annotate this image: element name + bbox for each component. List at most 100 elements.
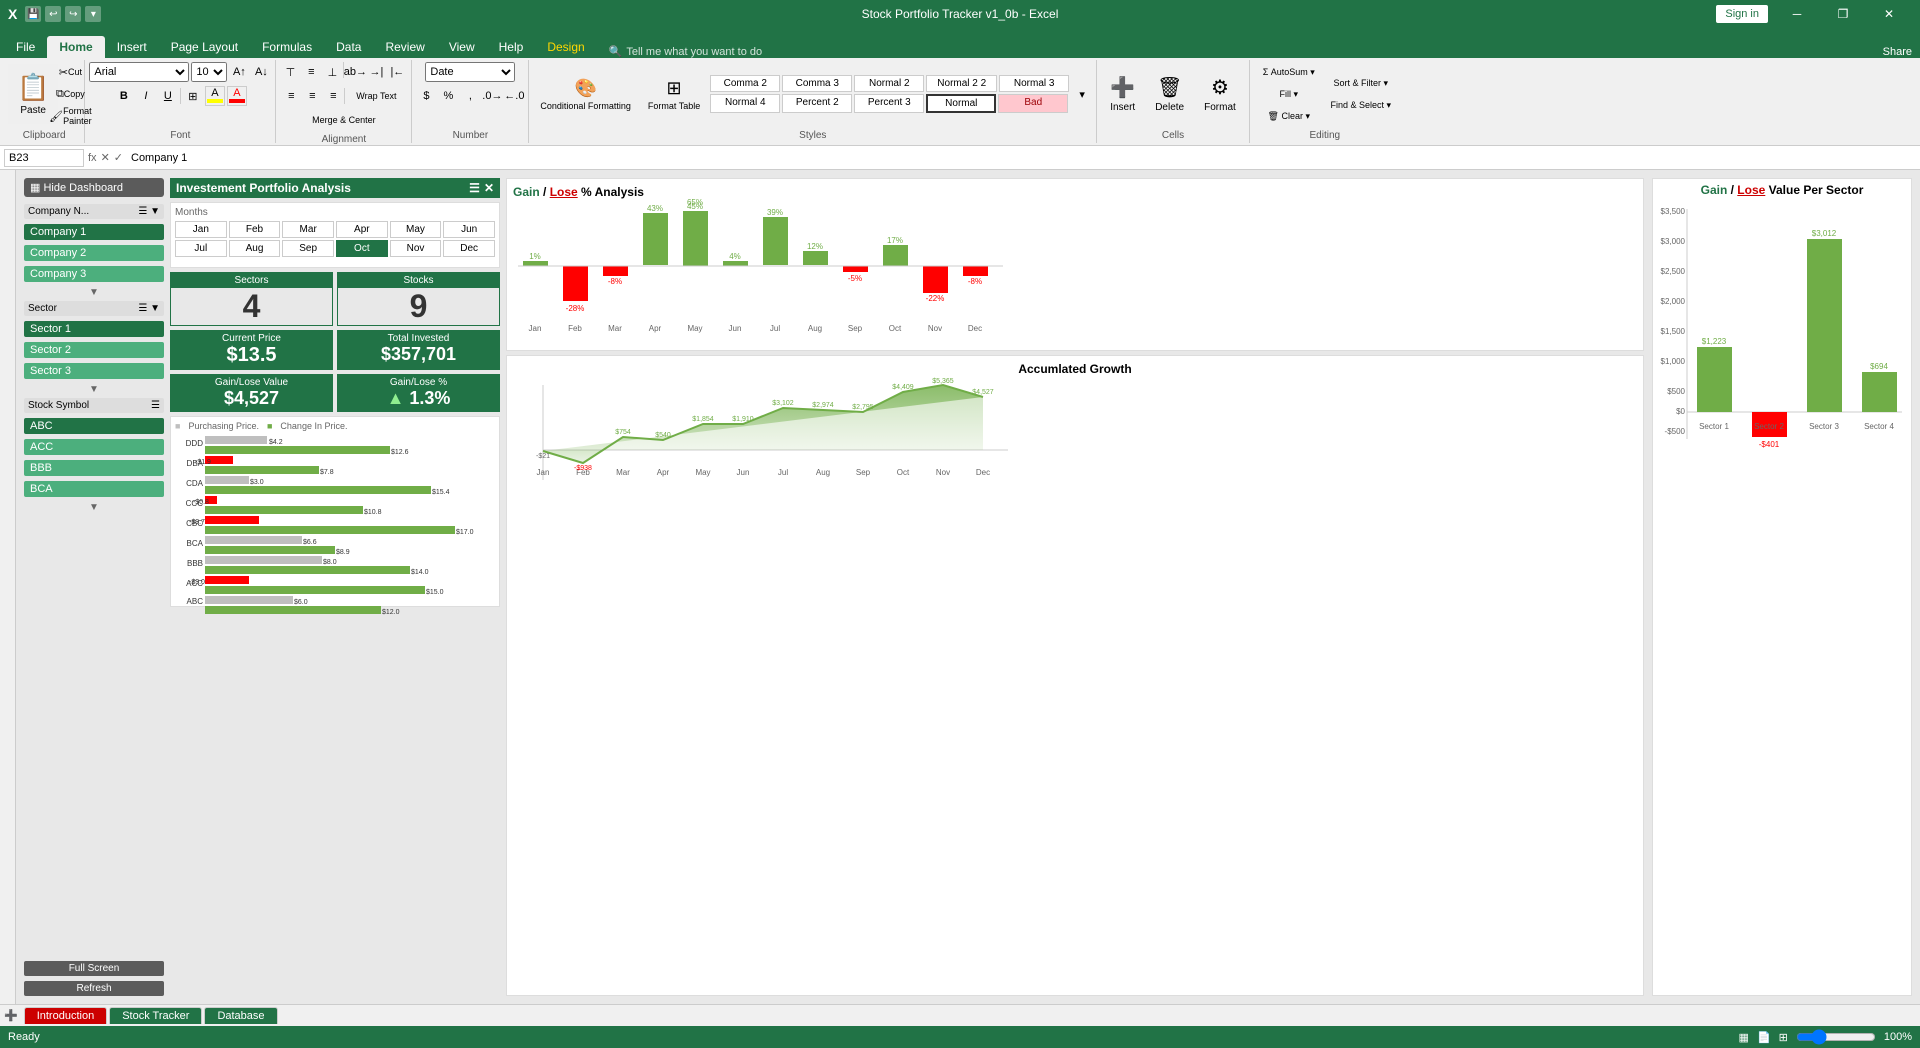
borders-button[interactable]: ⊞ bbox=[183, 86, 203, 106]
tab-help[interactable]: Help bbox=[487, 36, 536, 58]
currency-button[interactable]: $ bbox=[416, 86, 436, 106]
sign-in-button[interactable]: Sign in bbox=[1716, 5, 1768, 23]
font-name-select[interactable]: Arial bbox=[89, 62, 189, 82]
investment-panel-close-icon[interactable]: ✕ bbox=[484, 181, 494, 195]
normal2-style[interactable]: Normal 2 bbox=[854, 75, 924, 92]
autosum-button[interactable]: Σ AutoSum ▾ bbox=[1254, 62, 1324, 82]
month-nov[interactable]: Nov bbox=[390, 240, 442, 257]
hide-dashboard-button[interactable]: ▦ Hide Dashboard bbox=[24, 178, 164, 197]
styles-more-button[interactable]: ▾ bbox=[1072, 84, 1092, 104]
company-2-item[interactable]: Company 2 bbox=[24, 245, 164, 261]
month-oct[interactable]: Oct bbox=[336, 240, 388, 257]
format-button[interactable]: ⚙ Format bbox=[1195, 64, 1245, 124]
sheet-tab-stock-tracker[interactable]: Stock Tracker bbox=[109, 1007, 202, 1024]
stocks-scroll-down[interactable]: ▼ bbox=[24, 502, 164, 513]
increase-font-button[interactable]: A↑ bbox=[229, 62, 249, 82]
font-color-button[interactable]: A bbox=[227, 86, 247, 106]
sheet-tab-database[interactable]: Database bbox=[204, 1007, 277, 1024]
formula-input[interactable] bbox=[127, 150, 1916, 166]
cut-button[interactable]: ✂ Cut bbox=[60, 62, 80, 82]
normal-style-selected[interactable]: Normal bbox=[926, 94, 996, 113]
comma3-style[interactable]: Comma 3 bbox=[782, 75, 852, 92]
tab-view[interactable]: View bbox=[437, 36, 487, 58]
normal4-style[interactable]: Normal 4 bbox=[710, 94, 780, 113]
italic-button[interactable]: I bbox=[136, 86, 156, 106]
delete-button[interactable]: 🗑 Delete bbox=[1146, 64, 1193, 124]
comma2-style[interactable]: Comma 2 bbox=[710, 75, 780, 92]
month-mar[interactable]: Mar bbox=[282, 221, 334, 238]
format-painter-button[interactable]: 🖌 Format Painter bbox=[60, 106, 80, 126]
fill-color-button[interactable]: A bbox=[205, 86, 225, 106]
underline-button[interactable]: U bbox=[158, 86, 178, 106]
bad-style[interactable]: Bad bbox=[998, 94, 1068, 113]
cancel-formula-icon[interactable]: ✕ bbox=[101, 151, 110, 164]
stock-bca-item[interactable]: BCA bbox=[24, 481, 164, 497]
tab-review[interactable]: Review bbox=[373, 36, 436, 58]
company-1-item[interactable]: Company 1 bbox=[24, 224, 164, 240]
stock-bbb-item[interactable]: BBB bbox=[24, 460, 164, 476]
month-aug[interactable]: Aug bbox=[229, 240, 281, 257]
decrease-decimal-button[interactable]: ←.0 bbox=[504, 86, 524, 106]
decrease-font-button[interactable]: A↓ bbox=[251, 62, 271, 82]
merge-center-button[interactable]: Merge & Center bbox=[311, 110, 377, 130]
confirm-formula-icon[interactable]: ✓ bbox=[114, 151, 123, 164]
stock-acc-item[interactable]: ACC bbox=[24, 439, 164, 455]
align-middle-button[interactable]: ≡ bbox=[301, 62, 321, 82]
close-button[interactable]: ✕ bbox=[1866, 0, 1912, 28]
align-bottom-button[interactable]: ⊥ bbox=[322, 62, 342, 82]
month-jun[interactable]: Jun bbox=[443, 221, 495, 238]
customize-icon[interactable]: ▾ bbox=[85, 6, 101, 22]
conditional-formatting-button[interactable]: 🎨 Conditional Formatting bbox=[533, 74, 638, 115]
month-jul[interactable]: Jul bbox=[175, 240, 227, 257]
sort-filter-button[interactable]: Sort & Filter ▾ bbox=[1326, 73, 1396, 93]
text-direction-button[interactable]: ab→ bbox=[345, 62, 365, 82]
month-may[interactable]: May bbox=[390, 221, 442, 238]
view-page-break-icon[interactable]: ⊞ bbox=[1779, 1031, 1788, 1044]
investment-panel-menu-icon[interactable]: ☰ bbox=[469, 181, 480, 195]
stock-symbol-filter-icon[interactable]: ☰ bbox=[151, 400, 160, 411]
companies-scroll-down[interactable]: ▼ bbox=[24, 287, 164, 298]
copy-button[interactable]: ⧉ Copy bbox=[60, 84, 80, 104]
tell-me-input[interactable]: Tell me what you want to do bbox=[626, 46, 762, 58]
month-feb[interactable]: Feb bbox=[229, 221, 281, 238]
sector-2-item[interactable]: Sector 2 bbox=[24, 342, 164, 358]
percent2-style[interactable]: Percent 2 bbox=[782, 94, 852, 113]
share-button[interactable]: Share bbox=[1883, 46, 1912, 58]
bold-button[interactable]: B bbox=[114, 86, 134, 106]
indent-increase-button[interactable]: →| bbox=[366, 62, 386, 82]
full-screen-button[interactable]: Full Screen bbox=[24, 961, 164, 976]
tab-insert[interactable]: Insert bbox=[105, 36, 159, 58]
sector-1-item[interactable]: Sector 1 bbox=[24, 321, 164, 337]
view-normal-icon[interactable]: ▦ bbox=[1739, 1031, 1749, 1044]
normal3-style[interactable]: Normal 3 bbox=[999, 75, 1069, 92]
view-page-layout-icon[interactable]: 📄 bbox=[1757, 1031, 1771, 1044]
tab-home[interactable]: Home bbox=[47, 36, 104, 58]
refresh-button[interactable]: Refresh bbox=[24, 981, 164, 996]
tab-page-layout[interactable]: Page Layout bbox=[159, 36, 250, 58]
insert-button[interactable]: ➕ Insert bbox=[1101, 64, 1144, 124]
add-sheet-icon[interactable]: ➕ bbox=[4, 1009, 18, 1022]
percent-button[interactable]: % bbox=[438, 86, 458, 106]
month-jan[interactable]: Jan bbox=[175, 221, 227, 238]
sector-3-item[interactable]: Sector 3 bbox=[24, 363, 164, 379]
sheet-tab-introduction[interactable]: Introduction bbox=[24, 1007, 107, 1024]
comma-button[interactable]: , bbox=[460, 86, 480, 106]
align-right-button[interactable]: ≡ bbox=[323, 86, 343, 106]
save-icon[interactable]: 💾 bbox=[25, 6, 41, 22]
indent-decrease-button[interactable]: |← bbox=[387, 62, 407, 82]
tab-formulas[interactable]: Formulas bbox=[250, 36, 324, 58]
tab-data[interactable]: Data bbox=[324, 36, 373, 58]
companies-filter-icon[interactable]: ☰ ▼ bbox=[138, 206, 160, 217]
increase-decimal-button[interactable]: .0→ bbox=[482, 86, 502, 106]
format-table-button[interactable]: ⊞ Format Table bbox=[641, 74, 707, 115]
normal22-style[interactable]: Normal 2 2 bbox=[926, 75, 997, 92]
number-format-select[interactable]: Date bbox=[425, 62, 515, 82]
align-center-button[interactable]: ≡ bbox=[302, 86, 322, 106]
name-box[interactable] bbox=[4, 149, 84, 167]
tab-file[interactable]: File bbox=[4, 36, 47, 58]
month-dec[interactable]: Dec bbox=[443, 240, 495, 257]
align-left-button[interactable]: ≡ bbox=[281, 86, 301, 106]
zoom-slider[interactable] bbox=[1796, 1029, 1876, 1045]
percent3-style[interactable]: Percent 3 bbox=[854, 94, 924, 113]
wrap-text-button[interactable]: Wrap Text bbox=[346, 86, 406, 106]
